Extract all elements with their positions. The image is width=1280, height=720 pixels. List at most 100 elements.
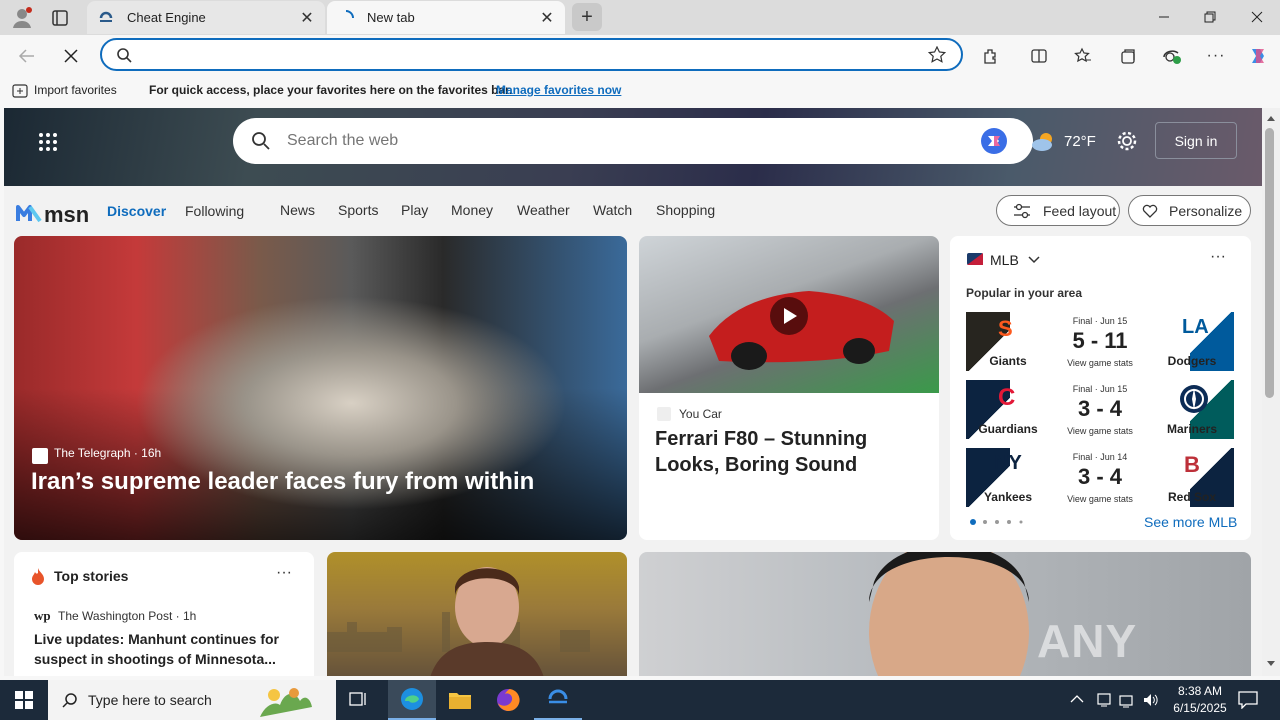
- person-photo: [430, 567, 544, 676]
- web-search-box[interactable]: [233, 118, 1033, 164]
- mlb-title[interactable]: MLB: [990, 252, 1019, 268]
- browser-essentials-icon[interactable]: [1157, 41, 1187, 71]
- nav-watch[interactable]: Watch: [593, 202, 632, 218]
- minimize-button[interactable]: [1141, 0, 1187, 34]
- msn-logo-text[interactable]: msn: [44, 202, 89, 228]
- game-row[interactable]: NY B Yankees Red Sox Final · Jun 14 3 - …: [966, 448, 1234, 507]
- personalize-button[interactable]: Personalize: [1128, 195, 1251, 226]
- clock-date[interactable]: 6/15/2025: [1168, 701, 1232, 715]
- weather-cloud-icon[interactable]: [1030, 130, 1058, 152]
- copilot-search-icon[interactable]: [979, 126, 1009, 156]
- nav-news[interactable]: News: [280, 202, 315, 218]
- photo-story-card[interactable]: [327, 552, 627, 676]
- nav-weather[interactable]: Weather: [517, 202, 570, 218]
- new-tab-button[interactable]: +: [572, 3, 602, 31]
- video-headline[interactable]: Ferrari F80 – Stunning Looks, Boring Sou…: [655, 426, 930, 478]
- search-icon: [251, 131, 271, 151]
- extensions-icon[interactable]: [976, 41, 1006, 71]
- hero-story-card[interactable]: The Telegraph · 16h Iran’s supreme leade…: [14, 236, 627, 540]
- personalize-label: Personalize: [1169, 202, 1243, 219]
- weather-temp[interactable]: 72°F: [1064, 133, 1096, 150]
- scroll-thumb[interactable]: [1265, 128, 1274, 398]
- nav-money[interactable]: Money: [451, 202, 493, 218]
- scroll-down-icon[interactable]: [1266, 660, 1276, 668]
- mlb-card: MLB ··· Popular in your area S LA Giants…: [950, 236, 1251, 540]
- web-search-input[interactable]: [287, 126, 967, 156]
- see-more-mlb-link[interactable]: See more MLB: [1144, 514, 1237, 530]
- page-scrollbar[interactable]: [1262, 108, 1280, 676]
- top-stories-title[interactable]: Top stories: [54, 568, 128, 584]
- notifications-icon[interactable]: [1238, 691, 1258, 709]
- more-options-icon[interactable]: ···: [1210, 248, 1226, 266]
- tab-following[interactable]: Following: [185, 203, 244, 219]
- stop-loading-button[interactable]: [56, 41, 86, 71]
- address-bar[interactable]: [100, 38, 963, 71]
- video-source: You Car: [679, 407, 722, 421]
- start-button[interactable]: [0, 680, 48, 720]
- more-options-icon[interactable]: ···: [1201, 41, 1231, 71]
- network-icon[interactable]: [1119, 692, 1135, 708]
- close-window-button[interactable]: [1234, 0, 1280, 34]
- collections-icon[interactable]: [1113, 41, 1143, 71]
- tab-cheat-engine[interactable]: Cheat Engine ✕: [87, 1, 325, 34]
- portrait-story-card[interactable]: ANY RUN: [639, 552, 1251, 676]
- game-stats-link[interactable]: View game stats: [1056, 358, 1144, 368]
- scroll-up-icon[interactable]: [1266, 114, 1276, 122]
- tab-actions-icon[interactable]: [50, 8, 70, 28]
- msn-logo-icon[interactable]: [16, 201, 42, 223]
- game-status: Final · Jun 15: [1072, 316, 1128, 326]
- volume-icon[interactable]: [1142, 692, 1160, 708]
- taskbar-edge[interactable]: [388, 680, 436, 720]
- app-launcher-icon[interactable]: [38, 132, 58, 152]
- away-team: Mariners: [1166, 422, 1218, 436]
- more-options-icon[interactable]: ···: [276, 564, 292, 582]
- favorites-icon[interactable]: [1068, 41, 1098, 71]
- game-row[interactable]: S LA Giants Dodgers Final · Jun 15 5 - 1…: [966, 312, 1234, 371]
- away-team: Red Sox: [1167, 490, 1216, 504]
- split-screen-icon[interactable]: [1024, 41, 1054, 71]
- home-team: Guardians: [978, 422, 1038, 436]
- play-icon[interactable]: [769, 296, 809, 336]
- tab-new-tab[interactable]: New tab ✕: [327, 1, 565, 34]
- away-team: Dodgers: [1167, 354, 1217, 368]
- game-stats-link[interactable]: View game stats: [1056, 426, 1144, 436]
- hero-headline[interactable]: Iran’s supreme leader faces fury from wi…: [31, 468, 534, 496]
- manage-favorites-link[interactable]: Manage favorites now: [496, 83, 621, 97]
- taskbar-search-box[interactable]: Type here to search: [48, 680, 336, 720]
- profile-icon[interactable]: [10, 6, 34, 30]
- story-headline[interactable]: Live updates: Manhunt continues for susp…: [34, 629, 296, 669]
- taskbar-cheat-engine[interactable]: [534, 680, 582, 720]
- video-story-card[interactable]: You Car Ferrari F80 – Stunning Looks, Bo…: [639, 236, 939, 540]
- close-tab-icon[interactable]: ✕: [535, 6, 559, 30]
- nav-play[interactable]: Play: [401, 202, 428, 218]
- clock-time[interactable]: 8:38 AM: [1172, 684, 1228, 698]
- browser-toolbar: ···: [0, 35, 1280, 75]
- taskbar-file-explorer[interactable]: [436, 680, 484, 720]
- import-favorites-button[interactable]: Import favorites: [34, 83, 117, 97]
- device-icon[interactable]: [1096, 692, 1112, 708]
- back-button[interactable]: [12, 41, 42, 71]
- mlb-logo-icon: [967, 253, 983, 265]
- sign-in-button[interactable]: Sign in: [1155, 122, 1237, 159]
- show-hidden-icons[interactable]: [1070, 694, 1084, 704]
- settings-gear-icon[interactable]: [1116, 130, 1138, 152]
- tab-title: Cheat Engine: [127, 10, 206, 25]
- game-status: Final · Jun 15: [1072, 384, 1128, 394]
- copilot-icon[interactable]: [1243, 41, 1273, 71]
- favorite-star-icon[interactable]: [928, 46, 946, 64]
- address-input[interactable]: [142, 44, 922, 66]
- game-row[interactable]: C Guardians Mariners Final · Jun 15 3 - …: [966, 380, 1234, 439]
- game-status: Final · Jun 14: [1072, 452, 1128, 462]
- restore-button[interactable]: [1187, 0, 1233, 34]
- taskbar-firefox[interactable]: [484, 680, 532, 720]
- favorites-bar: Import favorites For quick access, place…: [0, 75, 1280, 107]
- nav-shopping[interactable]: Shopping: [656, 202, 715, 218]
- close-tab-icon[interactable]: ✕: [295, 6, 319, 30]
- feed-layout-button[interactable]: Feed layout: [996, 195, 1120, 226]
- nav-sports[interactable]: Sports: [338, 202, 378, 218]
- tab-discover[interactable]: Discover: [107, 203, 166, 219]
- chevron-down-icon[interactable]: [1028, 256, 1040, 264]
- game-stats-link[interactable]: View game stats: [1056, 494, 1144, 504]
- carousel-dots[interactable]: [970, 518, 1024, 526]
- task-view-icon[interactable]: [348, 690, 370, 710]
